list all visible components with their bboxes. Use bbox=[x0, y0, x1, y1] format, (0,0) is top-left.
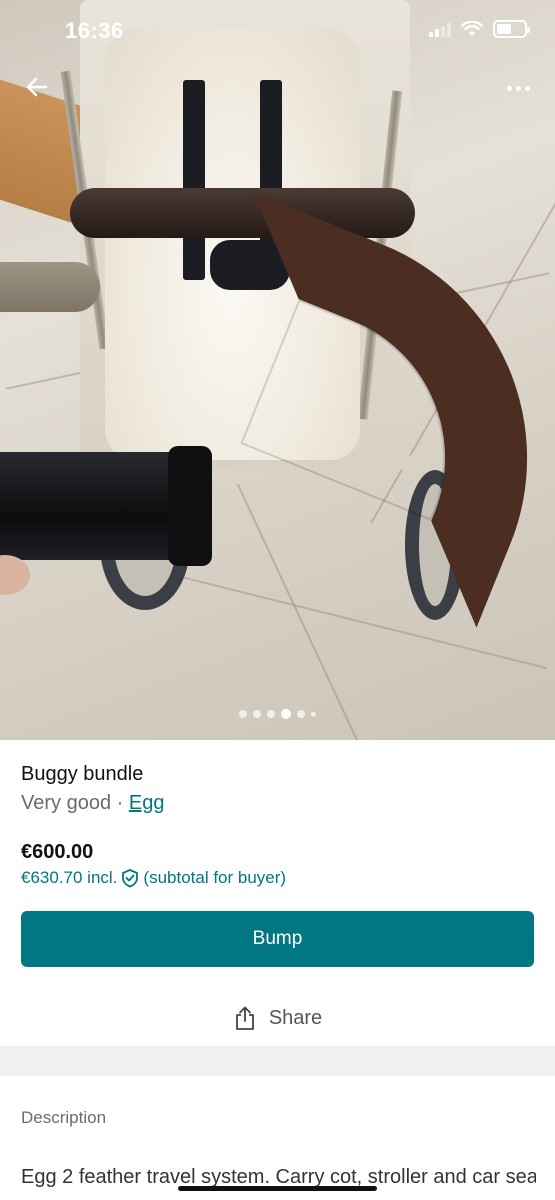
listing-photo[interactable] bbox=[0, 0, 555, 740]
battery-icon bbox=[493, 20, 530, 38]
photo-stroller-tube bbox=[0, 262, 100, 312]
cellular-signal-icon bbox=[429, 21, 451, 37]
brand-link[interactable]: Egg bbox=[129, 792, 165, 814]
gallery-dot[interactable] bbox=[297, 710, 305, 718]
more-horizontal-icon bbox=[506, 85, 512, 91]
photo-harness-strap bbox=[183, 80, 205, 280]
section-separator bbox=[0, 1046, 555, 1076]
photo-hand bbox=[0, 555, 30, 595]
gallery-dot[interactable] bbox=[239, 710, 247, 718]
listing-price: €600.00 bbox=[21, 841, 94, 863]
status-icons bbox=[429, 20, 530, 38]
buyer-price-info[interactable]: €630.70 incl. (subtotal for buyer) bbox=[21, 868, 286, 888]
listing-condition: Very good bbox=[21, 792, 112, 814]
photo-handle-ring bbox=[168, 446, 212, 566]
subtitle-separator: · bbox=[111, 792, 129, 814]
gallery-dot[interactable] bbox=[311, 711, 316, 717]
back-button[interactable] bbox=[20, 70, 54, 104]
share-button[interactable]: Share bbox=[0, 998, 555, 1038]
description-text: Egg 2 feather travel system. Carry cot, … bbox=[21, 1166, 536, 1188]
bump-button[interactable]: Bump bbox=[21, 911, 534, 967]
share-icon bbox=[235, 1006, 254, 1030]
description-label: Description bbox=[21, 1108, 107, 1127]
listing-subtitle: Very good · Egg bbox=[21, 792, 164, 815]
wifi-icon bbox=[461, 21, 483, 36]
buyer-price: €630.70 incl. bbox=[21, 868, 118, 887]
shield-check-icon bbox=[122, 869, 139, 888]
gallery-dot[interactable] bbox=[253, 710, 261, 718]
gallery-dot[interactable] bbox=[267, 710, 275, 718]
gallery-pagination bbox=[0, 709, 555, 719]
status-time: 16:36 bbox=[65, 18, 124, 43]
share-label: Share bbox=[268, 1006, 323, 1029]
more-options-button[interactable] bbox=[501, 74, 535, 102]
listing-title: Buggy bundle bbox=[21, 763, 144, 785]
buyer-price-note: (subtotal for buyer) bbox=[143, 868, 287, 887]
home-indicator[interactable] bbox=[178, 1186, 377, 1191]
arrow-left-icon bbox=[26, 77, 48, 97]
gallery-dot[interactable] bbox=[281, 709, 291, 719]
